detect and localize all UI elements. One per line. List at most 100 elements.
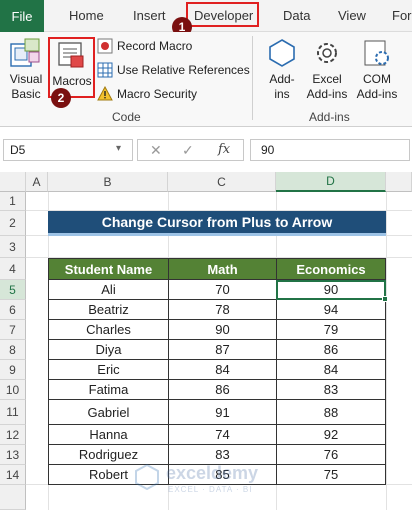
tab-data[interactable]: Data (283, 8, 310, 23)
tab-file[interactable]: File (0, 0, 44, 32)
cell-name[interactable]: Gabriel (48, 400, 169, 425)
tab-insert[interactable]: Insert (133, 8, 166, 23)
excel-add-ins-button[interactable]: Excel Add-ins (304, 36, 350, 104)
header-economics[interactable]: Economics (276, 258, 386, 280)
com-add-ins-icon (364, 40, 389, 66)
macro-security-label: Macro Security (117, 87, 198, 101)
column-header-a[interactable]: A (26, 172, 48, 192)
cell-math[interactable]: 90 (168, 320, 277, 340)
cell-math[interactable]: 91 (168, 400, 277, 425)
use-relative-references-label: Use Relative References (117, 63, 250, 77)
cell-name[interactable]: Charles (48, 320, 169, 340)
tab-home[interactable]: Home (69, 8, 104, 23)
cell-math[interactable]: 86 (168, 380, 277, 400)
ribbon-tabs: File Home Insert Developer Data View For (0, 0, 412, 32)
watermark-tagline: EXCEL · DATA · BI (168, 485, 253, 494)
row-header-blank[interactable] (0, 485, 26, 510)
name-box-dropdown-icon[interactable]: ▾ (116, 143, 121, 154)
cell-name[interactable]: Ali (48, 280, 169, 300)
row-header-3[interactable]: 3 (0, 236, 26, 258)
fill-handle[interactable] (382, 296, 388, 302)
group-separator (252, 36, 253, 120)
cell-economics[interactable]: 86 (276, 340, 386, 360)
cell-economics[interactable]: 83 (276, 380, 386, 400)
cell-economics[interactable]: 84 (276, 360, 386, 380)
cell-name[interactable]: Diya (48, 340, 169, 360)
row-header-5[interactable]: 5 (0, 280, 26, 300)
add-ins-button[interactable]: Add- ins (262, 36, 302, 104)
record-macro-icon (97, 38, 113, 54)
cell-math[interactable]: 74 (168, 425, 277, 445)
add-ins-group-label: Add-ins (309, 110, 350, 124)
visual-basic-icon (10, 38, 40, 67)
cell-name[interactable]: Eric (48, 360, 169, 380)
row-header-7[interactable]: 7 (0, 320, 26, 340)
formula-input[interactable]: 90 (250, 139, 410, 161)
row-header-8[interactable]: 8 (0, 340, 26, 360)
cell-economics[interactable]: 94 (276, 300, 386, 320)
visual-basic-button[interactable]: Visual Basic (6, 36, 46, 104)
add-ins-icon (269, 39, 295, 67)
com-add-ins-label-1: COM (363, 72, 391, 86)
column-header-b[interactable]: B (48, 172, 168, 192)
row-header-13[interactable]: 13 (0, 445, 26, 465)
exceldemy-logo-icon (135, 464, 159, 490)
active-cell-d5[interactable] (276, 280, 386, 300)
relative-references-icon (97, 62, 113, 78)
excel-add-ins-label-2: Add-ins (306, 87, 348, 101)
header-math[interactable]: Math (168, 258, 277, 280)
cell-math[interactable]: 84 (168, 360, 277, 380)
formula-bar: D5 ▾ ✕ ✓ fx 90 (0, 136, 412, 164)
row-header-10[interactable]: 10 (0, 380, 26, 400)
column-header-d[interactable]: D (276, 172, 386, 192)
insert-function-icon[interactable]: fx (218, 142, 230, 157)
select-all-corner[interactable] (0, 172, 26, 192)
com-add-ins-button[interactable]: COM Add-ins (354, 36, 400, 104)
cell-economics[interactable]: 92 (276, 425, 386, 445)
warning-icon (97, 86, 113, 101)
column-header-c[interactable]: C (168, 172, 276, 192)
watermark-name: exceldemy (166, 463, 259, 483)
record-macro-label: Record Macro (117, 39, 193, 53)
cell-name[interactable]: Fatima (48, 380, 169, 400)
sheet-title[interactable]: Change Cursor from Plus to Arrow (48, 211, 386, 236)
tab-format[interactable]: For (392, 8, 412, 23)
row-header-2[interactable]: 2 (0, 211, 26, 236)
row-header-4[interactable]: 4 (0, 258, 26, 280)
record-macro-button[interactable]: Record Macro (97, 38, 237, 56)
cell-name[interactable]: Beatriz (48, 300, 169, 320)
use-relative-references-button[interactable]: Use Relative References (97, 62, 250, 80)
tab-view[interactable]: View (338, 8, 366, 23)
gridline (386, 192, 387, 510)
row-header-12[interactable]: 12 (0, 425, 26, 445)
cell-name[interactable]: Hanna (48, 425, 169, 445)
row-header-11[interactable]: 11 (0, 400, 26, 425)
add-ins-label-2: ins (274, 87, 290, 101)
row-header-1[interactable]: 1 (0, 192, 26, 211)
com-add-ins-label-2: Add-ins (356, 87, 398, 101)
cancel-icon[interactable]: ✕ (150, 142, 162, 159)
row-header-14[interactable]: 14 (0, 465, 26, 485)
developer-highlight (186, 2, 259, 27)
header-student-name[interactable]: Student Name (48, 258, 169, 280)
cell-math[interactable]: 70 (168, 280, 277, 300)
code-group-label: Code (112, 110, 141, 124)
cell-math[interactable]: 87 (168, 340, 277, 360)
visual-basic-label-2: Basic (11, 87, 41, 101)
enter-icon[interactable]: ✓ (182, 142, 194, 159)
cell-economics[interactable]: 79 (276, 320, 386, 340)
ribbon: Visual Basic Macros Record Macro Use Rel… (0, 32, 412, 127)
cell-math[interactable]: 78 (168, 300, 277, 320)
excel-add-ins-label-1: Excel (312, 72, 342, 86)
add-ins-label-1: Add- (269, 72, 295, 86)
macro-security-button[interactable]: Macro Security (97, 86, 237, 104)
formula-controls: ✕ ✓ fx (137, 139, 244, 161)
column-header-e[interactable] (386, 172, 412, 192)
cell-economics[interactable]: 88 (276, 400, 386, 425)
visual-basic-label-1: Visual (9, 72, 43, 86)
row-header-6[interactable]: 6 (0, 300, 26, 320)
row-header-9[interactable]: 9 (0, 360, 26, 380)
name-box[interactable]: D5 (3, 139, 133, 161)
exceldemy-watermark: exceldemy EXCEL · DATA · BI (134, 460, 334, 500)
gear-icon (317, 43, 337, 63)
